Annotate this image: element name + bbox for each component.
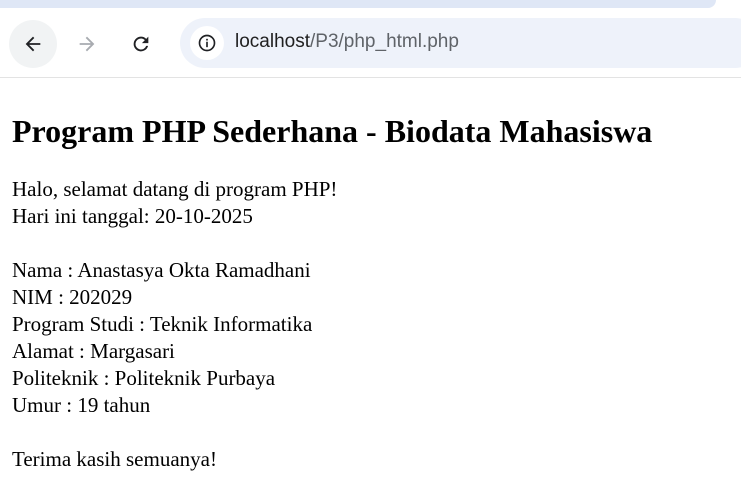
address-bar[interactable]: localhost/P3/php_html.php: [180, 18, 741, 68]
biodata-politeknik: Politeknik : Politeknik Purbaya: [12, 366, 276, 390]
reload-icon: [133, 36, 149, 52]
url-path: /P3/php_html.php: [310, 31, 459, 52]
reload-button[interactable]: [117, 20, 165, 68]
arrow-right-icon: [79, 36, 95, 52]
arrow-left-icon: [25, 36, 41, 52]
forward-button[interactable]: [63, 20, 111, 68]
url-text[interactable]: localhost/P3/php_html.php: [235, 30, 459, 54]
line-break: [12, 419, 741, 446]
page-title: Program PHP Sederhana - Biodata Mahasisw…: [12, 113, 653, 149]
back-button[interactable]: [9, 20, 57, 68]
page-content: Program PHP Sederhana - Biodata Mahasisw…: [12, 78, 741, 473]
greeting-text: Halo, selamat datang di program PHP!: [12, 177, 338, 201]
site-info-button[interactable]: [190, 26, 224, 60]
biodata-program-studi: Program Studi : Teknik Informatika: [12, 312, 313, 336]
url-host: localhost: [235, 31, 310, 52]
tab-strip: [0, 0, 716, 8]
biodata-alamat: Alamat : Margasari: [12, 339, 175, 363]
date-text: Hari ini tanggal: 20-10-2025: [12, 204, 253, 228]
biodata-umur: Umur : 19 tahun: [12, 393, 151, 417]
closing-text: Terima kasih semuanya!: [12, 447, 217, 471]
info-icon: [198, 34, 216, 52]
biodata-content: Halo, selamat datang di program PHP! Har…: [12, 176, 741, 473]
line-break: [12, 230, 741, 257]
biodata-nama: Nama : Anastasya Okta Ramadhani: [12, 258, 311, 282]
browser-toolbar: localhost/P3/php_html.php: [0, 0, 741, 78]
biodata-nim: NIM : 202029: [12, 285, 133, 309]
